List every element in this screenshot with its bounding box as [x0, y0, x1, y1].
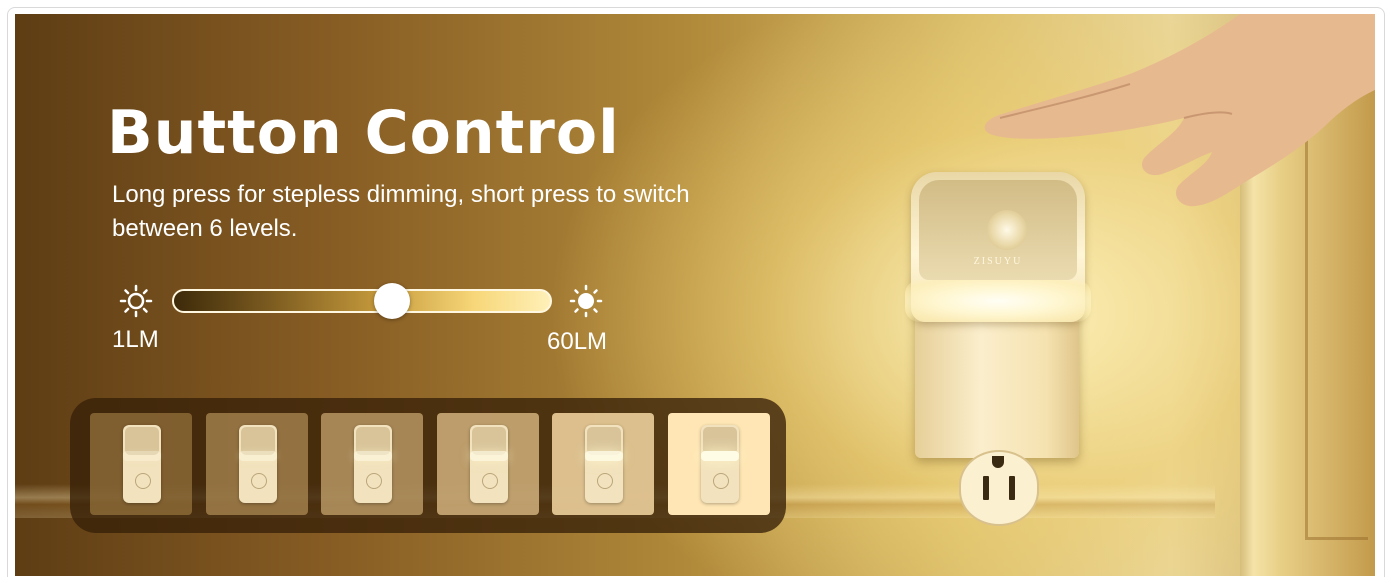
level-card [321, 413, 423, 515]
mini-night-light [585, 425, 623, 503]
page-title: Button Control [107, 98, 620, 168]
mini-outlet [597, 473, 613, 489]
mini-light-glow [123, 451, 161, 461]
mini-night-light [469, 425, 508, 503]
ground-hole [992, 456, 1004, 468]
power-outlet [959, 450, 1039, 526]
mini-light-glow [354, 451, 392, 461]
level-card [552, 413, 654, 515]
mini-light-glow [238, 451, 277, 461]
mini-outlet [712, 473, 729, 489]
outlet-slot-right [1009, 476, 1015, 500]
mini-night-light [123, 425, 161, 503]
mini-light-glow [700, 451, 739, 461]
level-card [436, 413, 539, 515]
level-card [90, 413, 192, 515]
slider-thumb[interactable] [374, 283, 411, 319]
mini-night-light [354, 425, 392, 503]
light-glow [905, 280, 1091, 322]
subtitle-text: Long press for stepless dimming, short p… [112, 181, 690, 242]
max-lumen-label: 60LM [547, 328, 608, 355]
product-banner: Button Control Long press for stepless d… [15, 14, 1375, 576]
mini-light-glow [469, 451, 508, 461]
brand-logo: ZISUYU [973, 256, 1023, 267]
level-card [205, 413, 308, 515]
mini-outlet [135, 473, 151, 489]
brightness-levels-panel [70, 398, 786, 533]
dim-sun-icon [119, 284, 153, 318]
mini-outlet [366, 473, 382, 489]
outlet-slot-left [983, 476, 989, 500]
min-lumen-label: 1LM [112, 326, 159, 353]
mini-light-glow [585, 451, 623, 461]
brightness-slider[interactable] [172, 283, 552, 319]
bright-sun-icon [569, 284, 603, 318]
mini-outlet [481, 473, 498, 489]
hand-illustration [984, 14, 1375, 207]
level-card [667, 413, 770, 515]
mini-outlet [250, 473, 267, 489]
mini-night-light [238, 425, 277, 503]
mini-night-light [700, 425, 739, 503]
